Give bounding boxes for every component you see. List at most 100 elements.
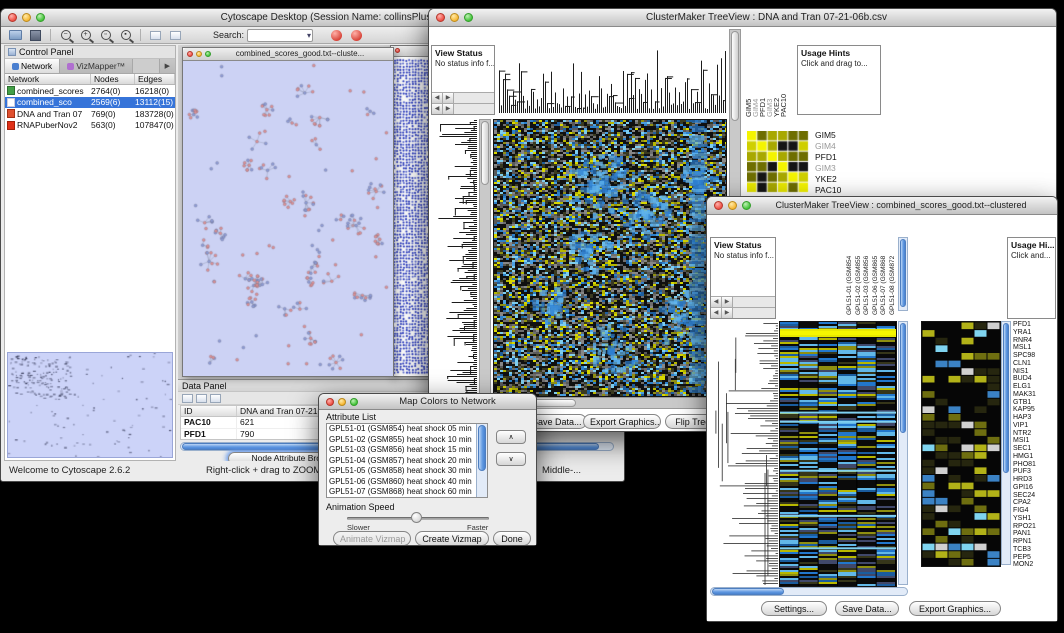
array-column-label[interactable]: GPL51-07 (GSM868 [880,235,889,315]
gene-label[interactable]: SEC1 [1013,445,1057,453]
close-button[interactable] [714,201,723,210]
gene-label[interactable]: NTR2 [1013,430,1057,438]
move-up-button[interactable]: ∧ [496,430,526,444]
array-column-label[interactable]: GPL51-02 (GSM855 [855,235,864,315]
scrollbar-thumb[interactable] [900,239,906,307]
gene-label[interactable]: CLN1 [1013,360,1057,368]
scrollbar-track[interactable] [454,104,494,114]
heatmap-canvas[interactable] [779,321,897,587]
gene-label[interactable]: VIP1 [1013,422,1057,430]
list-scrollbar[interactable] [476,424,487,497]
gene-label[interactable]: ELG1 [1013,383,1057,391]
gene-label[interactable]: RPO21 [1013,523,1057,531]
zoom-out-button[interactable]: − [57,28,74,43]
gene-label[interactable]: FIG4 [1013,507,1057,515]
gene-label[interactable]: CPA2 [1013,499,1057,507]
minimize-button[interactable] [338,398,346,406]
gene-label[interactable]: YRA1 [1013,329,1057,337]
col-header-id[interactable]: ID [181,406,237,416]
animate-vizmap-button[interactable]: Animate Vizmap [333,531,411,545]
zoom-fit-button[interactable]: ▫ [97,28,114,43]
export-graphics-button[interactable]: Export Graphics... [583,414,661,429]
zoom-heatmap-1[interactable] [747,131,809,193]
scroll-right-icon[interactable]: ▶ [443,93,454,103]
network-row[interactable]: combined_scores 2764(0) 16218(0) [5,85,175,97]
gene-row-label[interactable]: PFD1 [815,152,859,163]
x-scrollbar[interactable]: ◀ ▶ [711,296,775,307]
array-column-label[interactable]: GPL51-06 (GSM865 [872,235,881,315]
network-row[interactable]: DNA and Tran 07 769(0) 183728(0) [5,108,175,120]
titlebar[interactable]: ClusterMaker TreeView : combined_scores_… [707,197,1057,215]
gene-label[interactable]: PAN1 [1013,530,1057,538]
gene-label[interactable]: HAP3 [1013,414,1057,422]
zoom-vertical-scrollbar[interactable] [1001,321,1011,565]
y-scrollbar[interactable]: ◀ ▶ [711,307,775,318]
vertical-scrollbar[interactable] [479,119,491,395]
overview-canvas[interactable] [8,353,172,457]
gene-label[interactable]: GPI16 [1013,484,1057,492]
titlebar[interactable]: Map Colors to Network [319,394,536,410]
zoom-heatmap-canvas[interactable] [921,321,1001,567]
gene-label[interactable]: MAK31 [1013,391,1057,399]
column-dendrogram[interactable] [498,29,727,113]
vertical-scrollbar[interactable] [898,321,908,585]
gene-row-label[interactable]: PAC10 [815,185,859,196]
col-header-edges[interactable]: Edges [135,74,175,84]
scroll-left-icon[interactable]: ◀ [711,308,722,318]
gene-column-label[interactable]: GIM5 [745,45,752,117]
gene-column-label[interactable]: YKE2 [773,45,780,117]
array-column-label[interactable]: GPL51-08 (GSM872 [889,235,898,315]
minimize-button[interactable] [728,201,737,210]
close-button[interactable] [187,51,193,57]
network-view-canvas[interactable] [183,61,391,375]
annotation-button[interactable] [167,28,184,43]
zoom-button[interactable] [464,13,473,22]
gene-row-label[interactable]: GIM5 [815,130,859,141]
close-button[interactable] [436,13,445,22]
animation-speed-slider-thumb[interactable] [411,512,422,523]
gene-label[interactable]: SPC98 [1013,352,1057,360]
titlebar[interactable]: combined_scores_good.txt--cluste... [183,48,393,61]
gene-column-label[interactable]: GIM3 [766,45,773,117]
gene-label[interactable]: HRD3 [1013,476,1057,484]
gene-label[interactable]: TCB3 [1013,546,1057,554]
minimize-button[interactable] [450,13,459,22]
gene-label[interactable]: SEC24 [1013,492,1057,500]
save-data-button[interactable]: Save Data... [835,601,899,616]
row-dendrogram[interactable] [431,119,477,395]
close-button[interactable] [8,13,17,22]
gene-column-label[interactable]: PAC10 [780,45,787,117]
open-session-button[interactable] [7,28,24,43]
gene-row-label[interactable]: GIM4 [815,141,859,152]
minimize-button[interactable] [196,51,202,57]
tab-network[interactable]: Network [5,59,60,73]
gene-label[interactable]: MSI1 [1013,437,1057,445]
save-session-button[interactable] [27,28,44,43]
scrollbar-thumb[interactable] [481,121,489,185]
scrollbar-track[interactable] [733,308,775,318]
scroll-right-icon[interactable]: ▶ [722,308,733,318]
zoom-in-button[interactable]: + [77,28,94,43]
plugin-button-2[interactable] [348,28,365,43]
gene-label[interactable]: RNR4 [1013,337,1057,345]
zoom-button[interactable] [36,13,45,22]
attribute-item[interactable]: GPL51-02 (GSM855) heat shock 10 min [327,435,487,446]
delete-attribute-icon[interactable] [210,394,221,403]
scrollbar-thumb[interactable] [900,323,906,433]
snapshot-button[interactable] [147,28,164,43]
gene-label[interactable]: MON2 [1013,561,1057,569]
zoom-button[interactable] [350,398,358,406]
tab-overflow-button[interactable]: ▶ [159,59,175,73]
attribute-item[interactable]: GPL51-04 (GSM857) heat shock 20 min [327,456,487,467]
export-graphics-button[interactable]: Export Graphics... [909,601,1001,616]
close-button[interactable] [395,48,400,53]
attribute-item[interactable]: GPL51-01 (GSM854) heat shock 05 min [327,424,487,435]
network-row[interactable]: combined_sco 2569(6) 13112(15) [5,97,175,109]
scroll-left-icon[interactable]: ◀ [432,104,443,114]
search-combobox[interactable]: ▾ [247,29,313,42]
gene-label[interactable]: RPN1 [1013,538,1057,546]
titlebar[interactable]: ClusterMaker TreeView : DNA and Tran 07-… [429,9,1056,27]
scrollbar-thumb[interactable] [1003,323,1009,473]
scroll-left-icon[interactable]: ◀ [711,297,722,307]
zoom-selection-button[interactable]: ▪ [117,28,134,43]
